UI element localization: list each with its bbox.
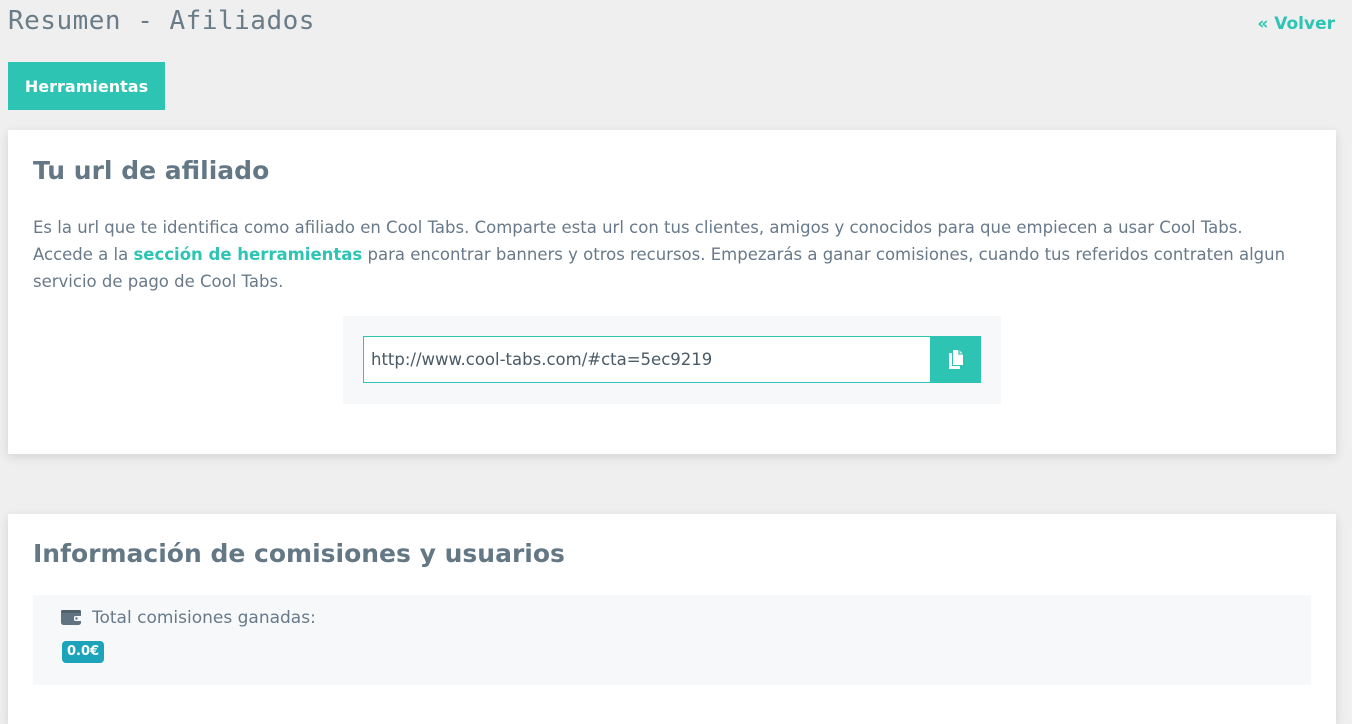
wallet-icon — [61, 610, 82, 625]
commission-info-box: Total comisiones ganadas: 0.0€ — [33, 595, 1311, 685]
affiliate-url-title: Tu url de afiliado — [33, 156, 270, 185]
page-header: Resumen - Afiliados « Volver — [0, 0, 1352, 50]
tools-button[interactable]: Herramientas — [8, 62, 165, 110]
total-commissions-label: Total comisiones ganadas: — [92, 608, 316, 628]
affiliate-url-box — [343, 316, 1001, 404]
affiliate-url-description: Es la url que te identifica como afiliad… — [33, 214, 1288, 295]
copy-url-button[interactable] — [931, 336, 981, 383]
commission-info-card: Información de comisiones y usuarios Tot… — [8, 514, 1336, 724]
affiliate-url-input[interactable] — [363, 336, 931, 383]
back-link[interactable]: « Volver — [1257, 14, 1335, 34]
tools-section-link[interactable]: sección de herramientas — [133, 245, 362, 264]
copy-icon — [949, 349, 963, 369]
total-commissions-badge: 0.0€ — [62, 641, 105, 663]
affiliate-url-card: Tu url de afiliado Es la url que te iden… — [8, 130, 1336, 454]
commission-info-title: Información de comisiones y usuarios — [33, 539, 565, 568]
page-title: Resumen - Afiliados — [8, 6, 315, 36]
